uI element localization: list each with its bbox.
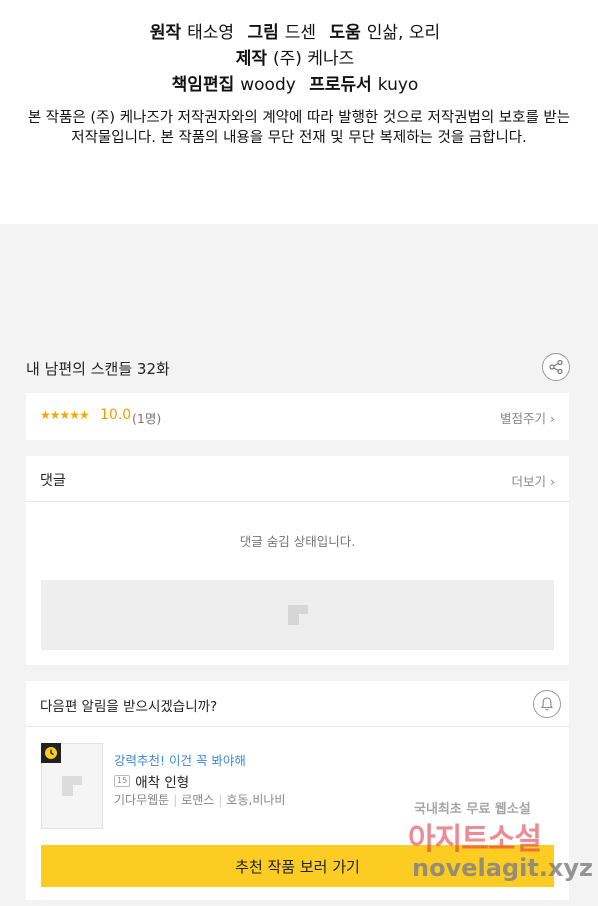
comment-hidden-message: 댓글 숨김 상태입니다. — [239, 534, 356, 549]
episode-title: 내 남편의 스캔들 32화 — [26, 360, 170, 378]
credit-value: 인삶, 오리 — [366, 23, 441, 43]
recommendation-promo[interactable]: 강력추천! 이건 꼭 봐야해 — [114, 750, 246, 769]
age-rating-badge: 15 — [114, 775, 131, 787]
share-icon — [549, 359, 563, 375]
credit-label: 제작 — [235, 49, 268, 69]
credit-value: kuyo — [377, 75, 419, 95]
rating-value: 10.0 — [100, 407, 132, 423]
wait-free-clock-icon — [41, 743, 61, 763]
credit-label: 도움 — [329, 23, 361, 43]
rating-card: ★★★★★ 10.0 (1명) 별점주기 › — [26, 393, 569, 440]
credits-section: 원작 태소영 그림 드센 도움 인삶, 오리 제작 (주) 케나즈 책임편집 woody … — [0, 0, 598, 224]
credit-value: (주) 케나즈 — [273, 49, 355, 69]
credit-value: woody — [240, 75, 296, 95]
tag: 호동,비나비 — [226, 793, 286, 807]
bell-icon — [541, 697, 553, 711]
rate-button[interactable]: 별점주기 › — [500, 408, 555, 427]
tag-separator: | — [218, 793, 223, 807]
comment-card: 댓글 더보기 › 댓글 숨김 상태입니다. — [26, 456, 569, 665]
rating-stars-icon: ★★★★★ — [40, 408, 90, 422]
recommendation-title: 애착 인형 — [135, 775, 190, 791]
rating-count: (1명) — [132, 411, 162, 426]
credit-label: 그림 — [247, 23, 279, 43]
recommendation-tags: 기다무웹툰 | 로맨스 | 호동,비나비 — [114, 791, 285, 808]
tag: 로맨스 — [181, 793, 215, 807]
share-button[interactable] — [542, 353, 570, 381]
credit-label: 프로듀서 — [309, 75, 372, 95]
image-placeholder-icon — [287, 605, 308, 625]
comment-header: 댓글 더보기 › — [26, 456, 569, 502]
tag: 기다무웹툰 — [114, 793, 170, 807]
comment-more-link[interactable]: 더보기 › — [512, 471, 555, 490]
copyright-notice: 본 작품은 (주) 케나즈가 저작권자와의 계약에 따라 발행한 것으로 저작권… — [27, 110, 571, 146]
ad-banner-placeholder[interactable] — [41, 580, 554, 650]
credit-value: 드센 — [284, 23, 317, 43]
episode-header: 내 남편의 스캔들 32화 — [26, 348, 570, 388]
credit-value: 태소영 — [187, 23, 235, 43]
comment-title: 댓글 — [40, 473, 66, 489]
see-recommendation-button[interactable]: 추천 작품 보러 가기 — [41, 845, 554, 887]
notify-bell-button[interactable] — [533, 690, 561, 718]
tag-separator: | — [173, 793, 178, 807]
credit-label: 책임편집 — [171, 75, 235, 95]
notify-header: 다음편 알림을 받으시겠습니까? — [26, 681, 569, 727]
notify-question: 다음편 알림을 받으시겠습니까? — [40, 699, 218, 715]
credits-line-1: 원작 태소영 그림 드센 도움 인삶, 오리 — [0, 20, 598, 46]
recommendation-title-row[interactable]: 15 애착 인형 — [114, 771, 189, 791]
credit-label: 원작 — [149, 23, 182, 43]
image-placeholder-icon — [62, 776, 82, 796]
credits-line-3: 책임편집 woody 프로듀서 kuyo — [0, 72, 598, 98]
credits-line-2: 제작 (주) 케나즈 — [0, 46, 598, 72]
notify-card: 다음편 알림을 받으시겠습니까? 강력추천! 이건 꼭 봐야해 15 애착 인형… — [26, 681, 569, 900]
